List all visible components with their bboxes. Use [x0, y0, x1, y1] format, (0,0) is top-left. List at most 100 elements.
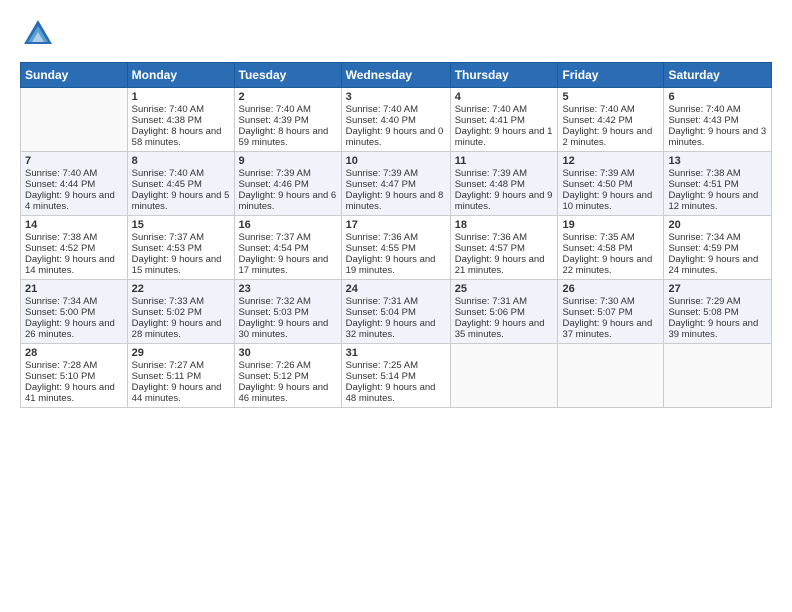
daylight-hours: Daylight: 9 hours and 5 minutes. — [132, 190, 230, 212]
sunset: Sunset: 4:54 PM — [239, 243, 309, 254]
sunrise: Sunrise: 7:28 AM — [25, 360, 97, 371]
sunset: Sunset: 4:51 PM — [668, 179, 738, 190]
sunrise: Sunrise: 7:26 AM — [239, 360, 311, 371]
daylight-hours: Daylight: 8 hours and 59 minutes. — [239, 126, 329, 148]
sunrise: Sunrise: 7:36 AM — [346, 232, 418, 243]
day-number: 6 — [668, 91, 767, 103]
sunset: Sunset: 4:57 PM — [455, 243, 525, 254]
sunset: Sunset: 5:12 PM — [239, 371, 309, 382]
calendar: SundayMondayTuesdayWednesdayThursdayFrid… — [20, 62, 772, 408]
sunrise: Sunrise: 7:38 AM — [668, 168, 740, 179]
calendar-cell: 28Sunrise: 7:28 AMSunset: 5:10 PMDayligh… — [21, 344, 128, 408]
calendar-cell: 16Sunrise: 7:37 AMSunset: 4:54 PMDayligh… — [234, 216, 341, 280]
day-number: 30 — [239, 347, 337, 359]
calendar-cell: 4Sunrise: 7:40 AMSunset: 4:41 PMDaylight… — [450, 88, 558, 152]
sunset: Sunset: 5:08 PM — [668, 307, 738, 318]
sunrise: Sunrise: 7:37 AM — [132, 232, 204, 243]
calendar-cell: 19Sunrise: 7:35 AMSunset: 4:58 PMDayligh… — [558, 216, 664, 280]
calendar-cell: 18Sunrise: 7:36 AMSunset: 4:57 PMDayligh… — [450, 216, 558, 280]
sunset: Sunset: 4:43 PM — [668, 115, 738, 126]
logo — [20, 16, 60, 52]
daylight-hours: Daylight: 9 hours and 2 minutes. — [562, 126, 652, 148]
sunrise: Sunrise: 7:40 AM — [25, 168, 97, 179]
day-number: 3 — [346, 91, 446, 103]
sunrise: Sunrise: 7:31 AM — [455, 296, 527, 307]
calendar-cell — [450, 344, 558, 408]
sunset: Sunset: 4:42 PM — [562, 115, 632, 126]
sunrise: Sunrise: 7:27 AM — [132, 360, 204, 371]
sunrise: Sunrise: 7:40 AM — [346, 104, 418, 115]
sunset: Sunset: 5:00 PM — [25, 307, 95, 318]
calendar-cell: 14Sunrise: 7:38 AMSunset: 4:52 PMDayligh… — [21, 216, 128, 280]
sunset: Sunset: 4:44 PM — [25, 179, 95, 190]
day-number: 22 — [132, 283, 230, 295]
daylight-hours: Daylight: 9 hours and 17 minutes. — [239, 254, 329, 276]
sunset: Sunset: 5:07 PM — [562, 307, 632, 318]
day-number: 21 — [25, 283, 123, 295]
sunrise: Sunrise: 7:33 AM — [132, 296, 204, 307]
sunrise: Sunrise: 7:40 AM — [132, 104, 204, 115]
day-number: 1 — [132, 91, 230, 103]
calendar-cell: 27Sunrise: 7:29 AMSunset: 5:08 PMDayligh… — [664, 280, 772, 344]
sunrise: Sunrise: 7:30 AM — [562, 296, 634, 307]
sunrise: Sunrise: 7:40 AM — [239, 104, 311, 115]
sunset: Sunset: 4:40 PM — [346, 115, 416, 126]
calendar-cell: 29Sunrise: 7:27 AMSunset: 5:11 PMDayligh… — [127, 344, 234, 408]
day-number: 8 — [132, 155, 230, 167]
day-number: 18 — [455, 219, 554, 231]
calendar-cell: 5Sunrise: 7:40 AMSunset: 4:42 PMDaylight… — [558, 88, 664, 152]
calendar-header-monday: Monday — [127, 63, 234, 88]
sunrise: Sunrise: 7:39 AM — [455, 168, 527, 179]
day-number: 5 — [562, 91, 659, 103]
daylight-hours: Daylight: 9 hours and 48 minutes. — [346, 382, 436, 404]
daylight-hours: Daylight: 9 hours and 30 minutes. — [239, 318, 329, 340]
daylight-hours: Daylight: 9 hours and 15 minutes. — [132, 254, 222, 276]
sunset: Sunset: 5:02 PM — [132, 307, 202, 318]
sunset: Sunset: 5:04 PM — [346, 307, 416, 318]
calendar-cell: 31Sunrise: 7:25 AMSunset: 5:14 PMDayligh… — [341, 344, 450, 408]
calendar-cell: 6Sunrise: 7:40 AMSunset: 4:43 PMDaylight… — [664, 88, 772, 152]
day-number: 19 — [562, 219, 659, 231]
daylight-hours: Daylight: 9 hours and 6 minutes. — [239, 190, 337, 212]
daylight-hours: Daylight: 9 hours and 37 minutes. — [562, 318, 652, 340]
day-number: 13 — [668, 155, 767, 167]
calendar-header-saturday: Saturday — [664, 63, 772, 88]
day-number: 16 — [239, 219, 337, 231]
sunset: Sunset: 4:50 PM — [562, 179, 632, 190]
daylight-hours: Daylight: 9 hours and 32 minutes. — [346, 318, 436, 340]
page: SundayMondayTuesdayWednesdayThursdayFrid… — [0, 0, 792, 612]
day-number: 7 — [25, 155, 123, 167]
sunrise: Sunrise: 7:35 AM — [562, 232, 634, 243]
daylight-hours: Daylight: 9 hours and 8 minutes. — [346, 190, 444, 212]
calendar-week-row: 21Sunrise: 7:34 AMSunset: 5:00 PM Dayligh… — [21, 280, 772, 344]
day-number: 26 — [562, 283, 659, 295]
day-number: 27 — [668, 283, 767, 295]
sunset: Sunset: 4:48 PM — [455, 179, 525, 190]
sunset: Sunset: 5:11 PM — [132, 371, 202, 382]
day-number: 23 — [239, 283, 337, 295]
daylight-hours: Daylight: 9 hours and 22 minutes. — [562, 254, 652, 276]
calendar-week-row: 14Sunrise: 7:38 AMSunset: 4:52 PMDayligh… — [21, 216, 772, 280]
calendar-week-row: 28Sunrise: 7:28 AMSunset: 5:10 PMDayligh… — [21, 344, 772, 408]
sunrise: Sunrise: 7:34 AM — [668, 232, 740, 243]
sunset: Sunset: 4:39 PM — [239, 115, 309, 126]
sunrise: Sunrise: 7:34 AM — [25, 296, 97, 307]
sunset: Sunset: 5:03 PM — [239, 307, 309, 318]
calendar-header-sunday: Sunday — [21, 63, 128, 88]
calendar-week-row: 1Sunrise: 7:40 AMSunset: 4:38 PMDaylight… — [21, 88, 772, 152]
calendar-cell: 8Sunrise: 7:40 AMSunset: 4:45 PMDaylight… — [127, 152, 234, 216]
sunrise: Sunrise: 7:32 AM — [239, 296, 311, 307]
daylight-hours: Daylight: 9 hours and 44 minutes. — [132, 382, 222, 404]
calendar-cell: 20Sunrise: 7:34 AMSunset: 4:59 PMDayligh… — [664, 216, 772, 280]
day-number: 31 — [346, 347, 446, 359]
day-number: 2 — [239, 91, 337, 103]
daylight-hours: Daylight: 9 hours and 3 minutes. — [668, 126, 766, 148]
sunrise: Sunrise: 7:31 AM — [346, 296, 418, 307]
sunset: Sunset: 4:55 PM — [346, 243, 416, 254]
daylight-hours: Daylight: 8 hours and 58 minutes. — [132, 126, 222, 148]
sunrise: Sunrise: 7:25 AM — [346, 360, 418, 371]
daylight-hours: Daylight: 9 hours and 35 minutes. — [455, 318, 545, 340]
daylight-hours: Daylight: 9 hours and 28 minutes. — [132, 318, 222, 340]
sunset: Sunset: 5:10 PM — [25, 371, 95, 382]
calendar-cell: 30Sunrise: 7:26 AMSunset: 5:12 PMDayligh… — [234, 344, 341, 408]
